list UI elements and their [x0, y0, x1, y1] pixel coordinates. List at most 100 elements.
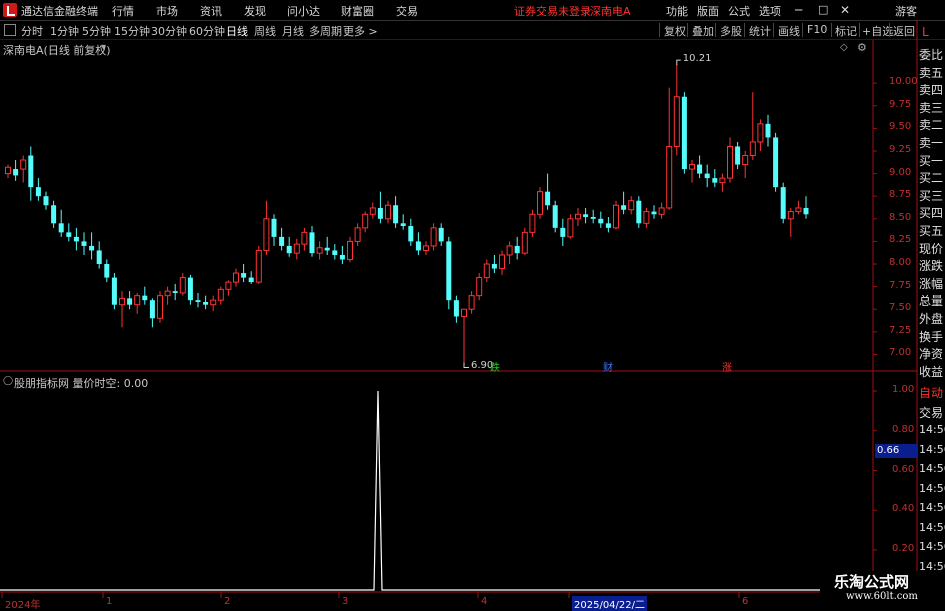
candle-body: [628, 200, 635, 211]
candle-body: [803, 207, 809, 215]
candle-body: [636, 200, 642, 224]
current-value-box: 0.66: [875, 444, 918, 458]
candle-body: [681, 96, 687, 170]
candle-body: [575, 213, 581, 220]
candle-body: [210, 299, 217, 306]
candle-body: [773, 137, 779, 188]
candle-body: [697, 164, 703, 174]
indicator-tick-label: 0.20: [892, 543, 915, 554]
quote-field-label: 买五: [919, 224, 944, 238]
candle-body: [347, 240, 353, 260]
watermark-box: 乐淘公式网 www.60lt.com: [820, 571, 945, 609]
candle-body: [393, 205, 399, 224]
candle-body: [423, 245, 429, 251]
candle-body: [735, 146, 741, 165]
candle-body: [43, 196, 49, 206]
candle-body: [727, 145, 733, 179]
candle-body: [643, 211, 650, 224]
candle-body: [5, 166, 11, 175]
quote-field-label: 涨幅: [919, 276, 944, 291]
candle-body: [476, 277, 483, 297]
indicator-tick-label: 1.00: [892, 384, 915, 395]
marker-die[interactable]: 跌: [490, 359, 500, 374]
candle-body: [149, 300, 155, 319]
quote-field-label: 总量: [919, 294, 944, 309]
candle-body: [263, 218, 270, 251]
quote-field-label: 现价: [919, 241, 944, 256]
candle-body: [164, 290, 171, 297]
marker-cai[interactable]: 财: [603, 359, 613, 374]
candle-body: [689, 164, 695, 170]
quote-field-label: 净资: [919, 347, 944, 362]
candle-body: [613, 204, 619, 229]
candle-body: [499, 254, 505, 270]
watermark-title: 乐淘公式网: [834, 573, 910, 591]
candle-body: [765, 123, 771, 138]
candle-body: [787, 211, 794, 220]
candle-body: [719, 177, 726, 184]
candle-body: [248, 277, 254, 283]
candle-body: [749, 141, 756, 157]
candle-body: [521, 231, 528, 254]
marker-zhang[interactable]: 涨: [722, 359, 732, 374]
candle-body: [408, 226, 414, 242]
quote-field-label: 涨跌: [919, 259, 944, 274]
candle-body: [537, 191, 543, 215]
candle-body: [28, 155, 34, 188]
candle-body: [506, 245, 513, 256]
candle-body: [89, 245, 95, 251]
quote-field-label: 买二: [919, 171, 944, 186]
candle-body: [134, 295, 141, 306]
candle-body: [58, 223, 64, 233]
candle-body: [187, 277, 193, 301]
candle-body: [780, 187, 786, 219]
candle-body: [127, 298, 133, 305]
candle-body: [339, 254, 345, 260]
candle-body: [552, 205, 558, 228]
candle-body: [195, 300, 201, 302]
quote-field-label: 卖一: [919, 136, 944, 150]
quote-field-label: 买四: [919, 206, 944, 221]
tick-time-label: 14:56: [919, 442, 945, 456]
candle-body: [605, 223, 611, 228]
candle-body: [666, 145, 673, 209]
low-pointer: [463, 362, 469, 368]
candle-body: [142, 295, 148, 301]
price-tick-label: 8.25: [889, 234, 912, 246]
quote-field-label: 委比: [919, 48, 944, 62]
candle-body: [225, 281, 232, 290]
candle-body: [415, 241, 421, 251]
indicator-tick-label: 0.60: [892, 463, 915, 475]
candle-body: [203, 301, 209, 305]
quote-field-label: 换手: [919, 329, 944, 344]
candle-body: [286, 245, 292, 254]
candle-body: [453, 300, 459, 317]
quote-field-label: 卖二: [919, 118, 944, 133]
candle-body: [658, 207, 665, 215]
candle-body: [119, 297, 125, 306]
candle-body: [621, 205, 627, 210]
candle-body: [483, 263, 490, 279]
candle-body: [271, 218, 277, 237]
kline-chart[interactable]: [0, 0, 945, 609]
candle-body: [491, 264, 497, 269]
candle-body: [51, 205, 57, 224]
candle-body: [795, 207, 802, 213]
candle-body: [369, 207, 376, 215]
quote-field-label: 卖五: [919, 65, 944, 80]
candle-body: [179, 277, 186, 294]
candle-body: [598, 218, 604, 224]
candle-body: [757, 123, 764, 143]
candle-body: [293, 243, 300, 254]
indicator-settings-icon[interactable]: ◯: [3, 376, 13, 386]
candle-body: [438, 227, 444, 242]
candle-body: [673, 96, 680, 147]
candle-body: [13, 169, 19, 176]
candle-body: [172, 291, 178, 293]
high-price-label: 10.21: [682, 53, 712, 65]
date-axis-label: 6: [742, 596, 749, 607]
trade-panel-label[interactable]: 自动: [919, 384, 945, 401]
quote-field-label: 收益: [919, 364, 944, 379]
quote-panel-header[interactable]: L: [922, 25, 929, 39]
candle-body: [567, 218, 574, 238]
